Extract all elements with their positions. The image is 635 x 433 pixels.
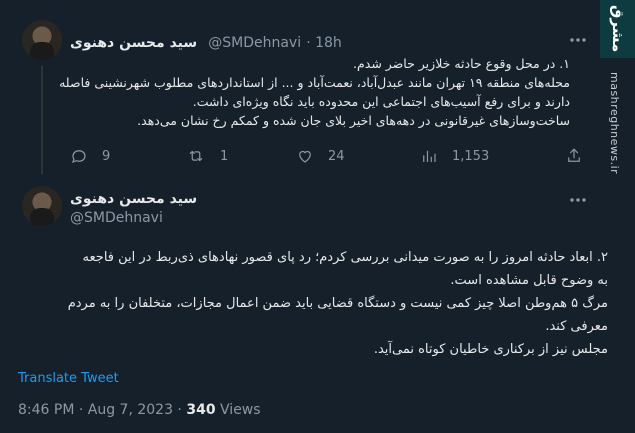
avatar[interactable] [22,186,62,226]
author-name[interactable]: سید محسن دهنوی [70,191,197,207]
tweet-line: دارند و برای رفع آسیب‌های اجتماعی این مح… [192,94,570,109]
tweet-line: محله‌های منطقه ۱۹ تهران مانند عبدل‌آباد،… [59,75,570,90]
reply-icon [72,150,86,164]
tweet2-text: ۲. ابعاد حادثه امروز را به صورت میدانی ب… [20,246,608,361]
views-total: 340 [186,402,216,418]
watermark: مشرق mashreghnews.ir [600,0,635,433]
tweet-line: مجلس نیز از برکناری خاطیان کوتاه نمی‌آید… [373,342,608,357]
reply-button[interactable]: 9 [70,147,110,165]
watermark-site: mashreghnews.ir [608,72,621,175]
watermark-brand: مشرق [600,0,635,58]
retweet-button[interactable]: 1 [186,147,228,165]
tweet-line: ۱. در محل وقوع حادثه خلازیر حاضر شدم. [353,56,570,71]
author-name[interactable]: سید محسن دهنوی [70,35,197,51]
share-icon [568,148,580,162]
translate-tweet-link[interactable]: Translate Tweet [18,371,119,386]
thread-line [41,66,43,174]
tweet1-header: سید محسن دهنوی @SMDehnavi · 18h [70,35,342,51]
tweet-timestamp[interactable]: 8:46 PM · Aug 7, 2023 · [18,402,182,418]
tweet-meta: 8:46 PM · Aug 7, 2023 · 340 Views [18,402,261,418]
tweet-line: به وضوح قابل مشاهده است. [450,273,608,288]
like-count: 24 [328,148,345,164]
more-options-icon[interactable] [568,192,588,206]
tweet1-text: ۱. در محل وقوع حادثه خلازیر حاضر شدم. مح… [59,54,570,130]
tweet-time[interactable]: 18h [315,35,342,51]
views-button[interactable]: 1,153 [420,147,489,165]
share-button[interactable] [565,147,583,165]
author-handle[interactable]: @SMDehnavi [208,35,301,51]
views-label: Views [220,402,261,418]
views-count: 1,153 [452,148,490,164]
retweet-icon [189,150,203,162]
heart-icon [299,150,311,163]
tweet-line: مرگ ۵ هم‌وطن اصلا چیز کمی نیست و دستگاه … [67,296,608,311]
avatar[interactable] [22,20,62,60]
tweet2-author-name: سید محسن دهنوی [70,188,197,207]
like-button[interactable]: 24 [296,147,345,165]
tweet-line: ساخت‌وسازهای غیرقانونی در دهه‌های اخیر ب… [137,113,570,128]
analytics-icon [423,150,436,162]
reply-count: 9 [102,148,111,164]
tweet-line: ۲. ابعاد حادثه امروز را به صورت میدانی ب… [82,250,608,265]
tweet-line: معرفی کند. [545,319,608,334]
author-handle[interactable]: @SMDehnavi [70,210,163,226]
retweet-count: 1 [220,148,229,164]
more-options-icon[interactable] [568,32,588,46]
